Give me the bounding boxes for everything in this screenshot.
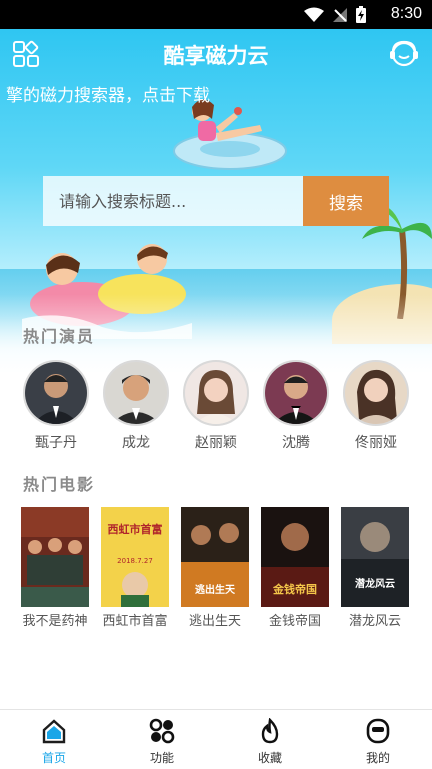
movie-poster: 逃出生天 (181, 507, 249, 607)
actor-name: 赵丽颖 (195, 435, 237, 451)
actor-name: 佟丽娅 (355, 435, 397, 451)
actor-name: 甄子丹 (35, 435, 77, 451)
avatar (183, 360, 249, 426)
poster-title: 西虹市首富 (108, 522, 163, 536)
poster-title: 金钱帝国 (272, 582, 317, 596)
movies-list: 我不是药神 西虹市首富 2018.7.27 西虹市首富 逃出生天 逃出生天 金钱帝… (0, 507, 432, 632)
movie-title: 我不是药神 (22, 614, 88, 629)
search-button[interactable]: 搜索 (303, 176, 389, 226)
wifi-icon (304, 7, 324, 22)
avatar (23, 360, 89, 426)
poster-date: 2018.7.27 (117, 557, 153, 565)
nav-home-label: 首页 (41, 751, 66, 765)
movie-item[interactable]: 潜龙风云 潜龙风云 (336, 507, 414, 629)
movie-title: 逃出生天 (188, 614, 241, 629)
actor-item[interactable]: 佟丽娅 (336, 360, 416, 452)
status-time: 8:30 (390, 5, 422, 22)
nav-home[interactable]: 首页 (0, 710, 108, 769)
movie-poster: 潜龙风云 (341, 507, 409, 607)
movie-poster: 金钱帝国 (261, 507, 329, 607)
flame-icon (261, 718, 279, 744)
movie-item[interactable]: 金钱帝国 金钱帝国 (256, 507, 334, 629)
movie-title: 金钱帝国 (268, 614, 321, 629)
no-signal-icon (333, 7, 347, 22)
customer-service-icon[interactable] (388, 38, 420, 70)
poster-title: 潜龙风云 (355, 577, 395, 590)
movie-title: 潜龙风云 (348, 614, 401, 629)
nav-features-label: 功能 (149, 751, 174, 765)
nav-favorites[interactable]: 收藏 (216, 710, 324, 769)
actor-item[interactable]: 成龙 (96, 360, 176, 452)
nav-favorites-label: 收藏 (257, 751, 282, 765)
status-bar: 8:30 (0, 0, 432, 29)
avatar (343, 360, 409, 426)
apps-icon (149, 718, 175, 744)
actor-item[interactable]: 沈腾 (256, 360, 336, 452)
profile-icon (366, 718, 390, 744)
actor-name: 成龙 (122, 435, 150, 451)
movie-item[interactable]: 我不是药神 (16, 507, 94, 629)
avatar (103, 360, 169, 426)
hot-actors-title: 热门演员 (23, 327, 96, 346)
actor-name: 沈腾 (282, 435, 310, 451)
movie-poster (21, 507, 89, 607)
nav-profile-label: 我的 (365, 751, 390, 765)
marquee-text: 擎的磁力搜索器，点击下载 (6, 86, 210, 106)
search-input[interactable] (43, 176, 303, 226)
movie-item[interactable]: 西虹市首富 2018.7.27 西虹市首富 (96, 507, 174, 629)
movie-title: 西虹市首富 (102, 614, 168, 629)
battery-charging-icon (356, 6, 366, 23)
avatar (263, 360, 329, 426)
nav-features[interactable]: 功能 (108, 710, 216, 769)
actor-item[interactable]: 甄子丹 (16, 360, 96, 452)
poster-title: 逃出生天 (195, 583, 236, 596)
bottom-nav: 首页 功能 收藏 我的 (0, 709, 432, 769)
home-icon (42, 719, 66, 744)
movie-item[interactable]: 逃出生天 逃出生天 (176, 507, 254, 629)
app-title: 酷享磁力云 (163, 44, 269, 68)
search-bar: 搜索 (43, 176, 389, 226)
actor-item[interactable]: 赵丽颖 (176, 360, 256, 452)
hot-movies-title: 热门电影 (23, 475, 96, 494)
status-icons (304, 6, 366, 23)
movie-poster: 西虹市首富 2018.7.27 (101, 507, 169, 607)
actors-list: 甄子丹 成龙 赵丽颖 沈腾 佟丽娅 (0, 360, 432, 452)
nav-profile[interactable]: 我的 (324, 710, 432, 769)
